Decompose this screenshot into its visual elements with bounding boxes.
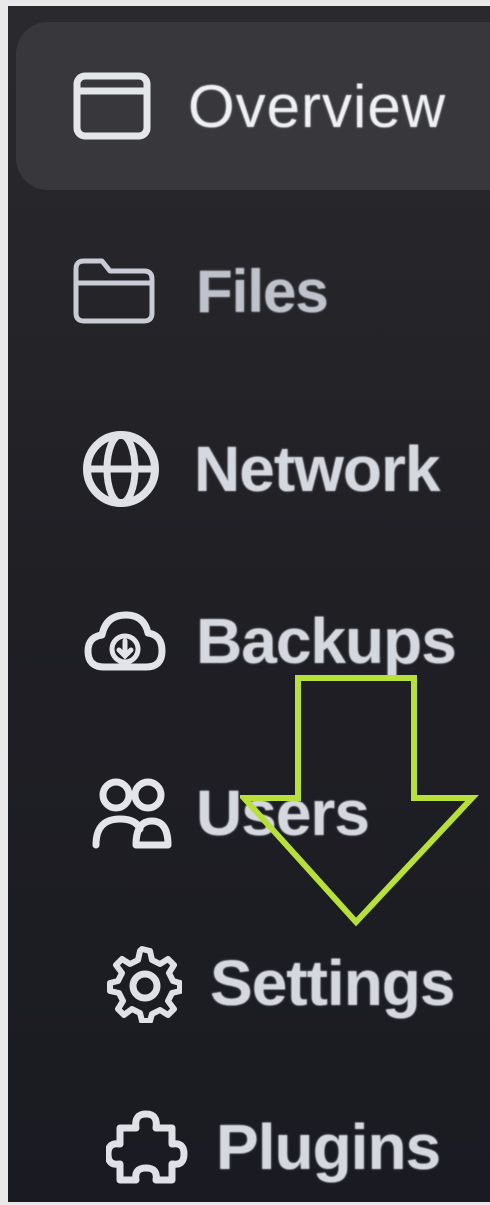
down-arrow-icon — [240, 675, 479, 927]
sidebar-item-overview[interactable]: Overview — [16, 22, 490, 190]
sidebar-item-label: Plugins — [216, 1111, 441, 1183]
sidebar: Overview Files Network Backups Users Set… — [8, 6, 490, 1202]
sidebar-item-label: Settings — [210, 947, 455, 1019]
users-icon — [90, 773, 174, 853]
sidebar-item-backups[interactable]: Backups — [82, 596, 457, 686]
folder-icon — [70, 255, 158, 327]
sidebar-item-settings[interactable]: Settings — [102, 938, 455, 1028]
globe-icon — [80, 428, 162, 510]
sidebar-item-label: Network — [194, 433, 440, 505]
window-icon — [72, 71, 152, 141]
sidebar-item-files[interactable]: Files — [70, 246, 329, 336]
sidebar-item-label: Backups — [196, 605, 457, 677]
sidebar-item-label: Files — [196, 257, 329, 325]
gear-icon — [102, 943, 182, 1023]
cloud-download-icon — [82, 603, 168, 679]
sidebar-item-network[interactable]: Network — [80, 424, 440, 514]
puzzle-icon — [106, 1106, 188, 1188]
screenshot-stage: Overview Files Network Backups Users Set… — [0, 0, 490, 1205]
sidebar-item-label: Overview — [188, 72, 447, 140]
sidebar-item-plugins[interactable]: Plugins — [106, 1102, 441, 1192]
